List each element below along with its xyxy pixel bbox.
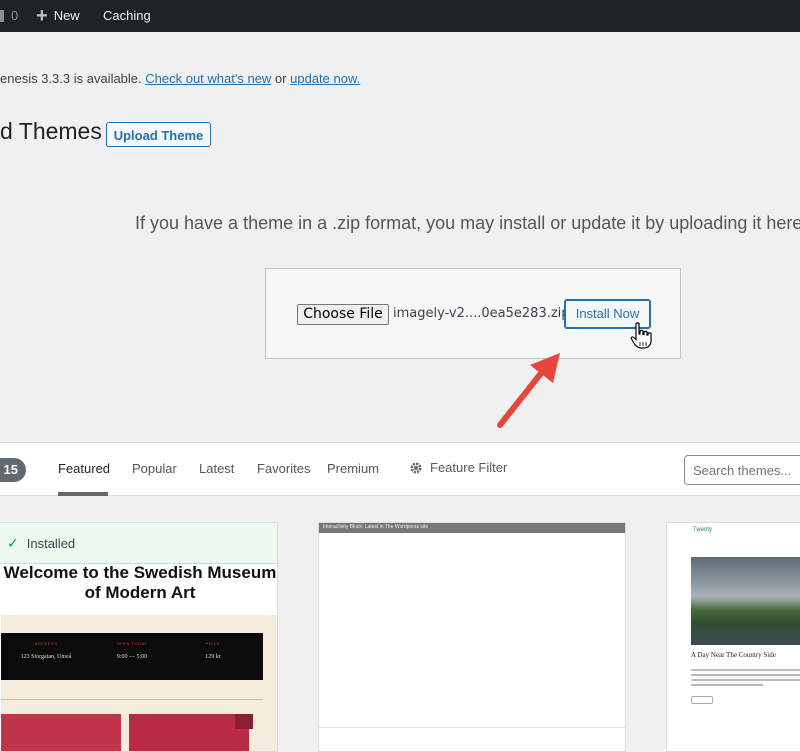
theme-screenshot-block: [1, 714, 121, 751]
hand-cursor-icon: [630, 322, 652, 349]
theme-divider: [1, 699, 263, 700]
plus-icon: +: [36, 5, 48, 27]
upload-theme-button[interactable]: Upload Theme: [106, 122, 211, 147]
selected-file-name: imagely-v2....0ea5e283.zip: [393, 306, 570, 321]
theme-filter-bar: 15 Featured Popular Latest Favorites Pre…: [0, 442, 800, 496]
theme-screenshot-info-band: ADDRESS 123 Storgatan, Umeå OPEN TODAY 9…: [1, 633, 263, 680]
tab-latest[interactable]: Latest: [199, 461, 234, 476]
theme-screenshot-post-title: A Day Near The Country Side: [691, 651, 776, 659]
theme-screenshot-headline: Welcome to the Swedish Museum of Modern …: [3, 563, 277, 602]
new-content-menu[interactable]: + New: [36, 0, 80, 32]
choose-file-button[interactable]: Choose File: [297, 304, 389, 325]
theme-screenshot-block: [129, 714, 249, 751]
installed-label: Installed: [26, 535, 76, 551]
theme-screenshot-button: [691, 696, 713, 704]
info-price: PRICE 129 kr: [205, 641, 221, 660]
update-now-link[interactable]: update now.: [290, 71, 360, 86]
theme-card[interactable]: Twenty A Day Near The Country Side: [666, 522, 800, 752]
tab-premium[interactable]: Premium: [327, 461, 379, 476]
admin-bar: 0 + New Caching: [0, 0, 800, 32]
whats-new-link[interactable]: Check out what's new: [145, 71, 271, 86]
theme-card-divider: [319, 727, 625, 728]
installed-notice: ✓ Installed: [0, 523, 277, 564]
new-label: New: [53, 8, 80, 23]
caching-menu[interactable]: Caching: [103, 0, 151, 32]
arrow-annotation-icon: [497, 353, 560, 428]
notice-text: enesis 3.3.3 is available.: [0, 71, 146, 86]
info-hours: OPEN TODAY 9:00 — 5:00: [116, 641, 148, 660]
feature-filter-label: Feature Filter: [430, 460, 508, 475]
upload-form: Choose File imagely-v2....0ea5e283.zip I…: [265, 268, 681, 359]
tab-favorites[interactable]: Favorites: [257, 461, 310, 476]
feature-filter-button[interactable]: Feature Filter: [409, 460, 507, 475]
comment-count[interactable]: 0: [11, 0, 18, 32]
notice-or: or: [271, 71, 291, 86]
theme-card-installed[interactable]: ✓ Installed Welcome to the Swedish Museu…: [0, 522, 278, 752]
theme-card[interactable]: Interactivity Block: Latest in The Wordp…: [318, 522, 626, 752]
update-notice: enesis 3.3.3 is available. Check out wha…: [0, 71, 360, 86]
theme-screenshot-logo: Twenty: [693, 527, 713, 533]
theme-count-badge: 15: [0, 458, 26, 482]
theme-screenshot-block: [235, 714, 253, 729]
active-tab-indicator: [58, 492, 108, 496]
page-title: d Themes: [0, 118, 102, 144]
tab-featured[interactable]: Featured: [58, 461, 110, 476]
theme-screenshot-image: [691, 557, 800, 645]
gear-icon: [410, 462, 422, 473]
theme-screenshot-header: Interactivity Block: Latest in The Wordp…: [319, 523, 625, 533]
tab-popular[interactable]: Popular: [132, 461, 177, 476]
upload-help-text: If you have a theme in a .zip format, yo…: [135, 213, 800, 233]
info-address: ADDRESS 123 Storgatan, Umeå: [20, 641, 72, 660]
theme-screenshot-text-lines: [691, 669, 800, 689]
comment-icon[interactable]: [0, 10, 4, 22]
search-themes-input[interactable]: [684, 455, 800, 485]
check-icon: ✓: [7, 534, 19, 551]
